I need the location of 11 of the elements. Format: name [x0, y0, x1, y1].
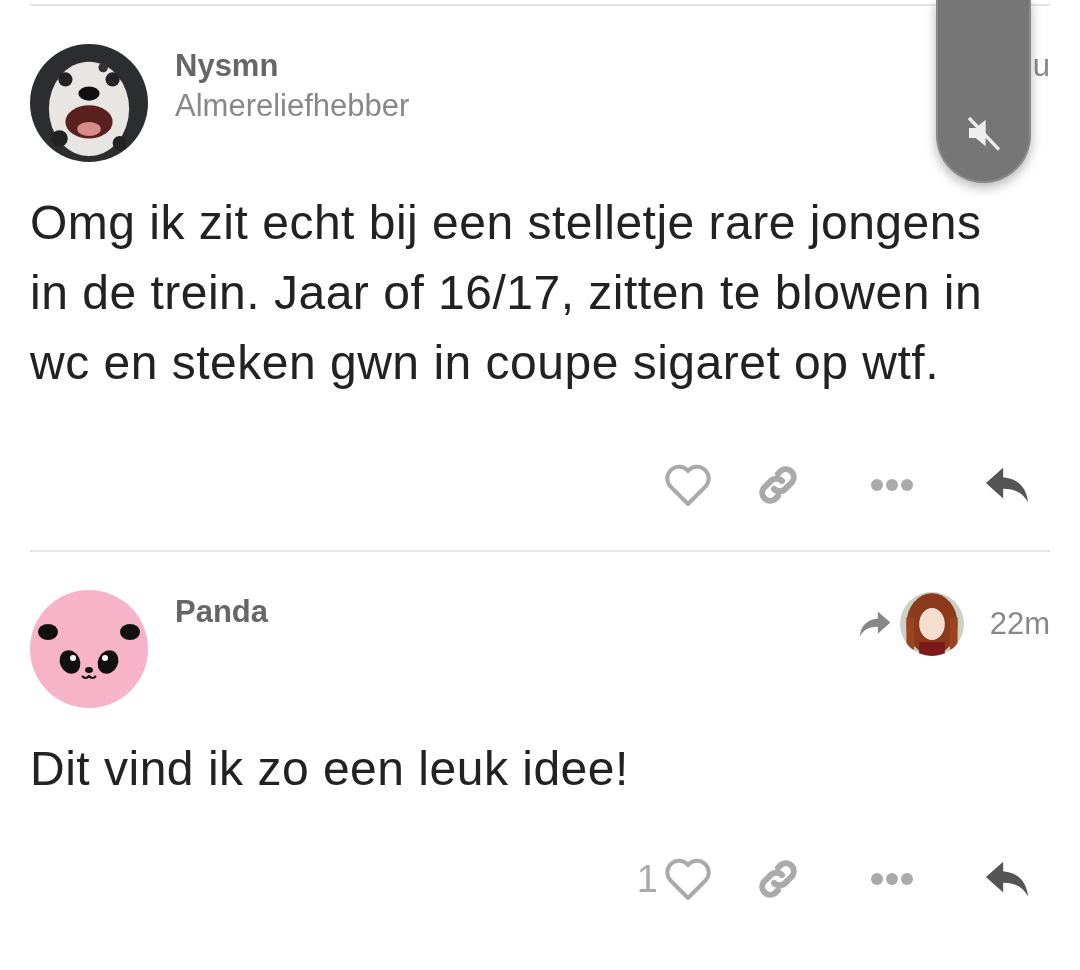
volume-toast[interactable] — [936, 0, 1031, 183]
more-icon — [870, 872, 914, 886]
post-time: 22m — [989, 605, 1050, 643]
author-name[interactable]: Nysmn — [175, 46, 279, 86]
author-name[interactable]: Panda — [175, 592, 269, 632]
user-title: Almereliefhebber — [175, 87, 410, 125]
reply-to-arrow-icon — [857, 610, 892, 638]
post-body: Dit vind ik zo een leuk idee! — [30, 741, 630, 797]
more-icon — [870, 478, 914, 492]
post-body: Omg ik zit echt bij een stelletje rare jongens in de trein. Jaar of 16/17, zitten te blowen in wc en steken gwn in coupe sigaret op wtf. — [30, 195, 984, 391]
post-time: u — [1032, 47, 1050, 85]
